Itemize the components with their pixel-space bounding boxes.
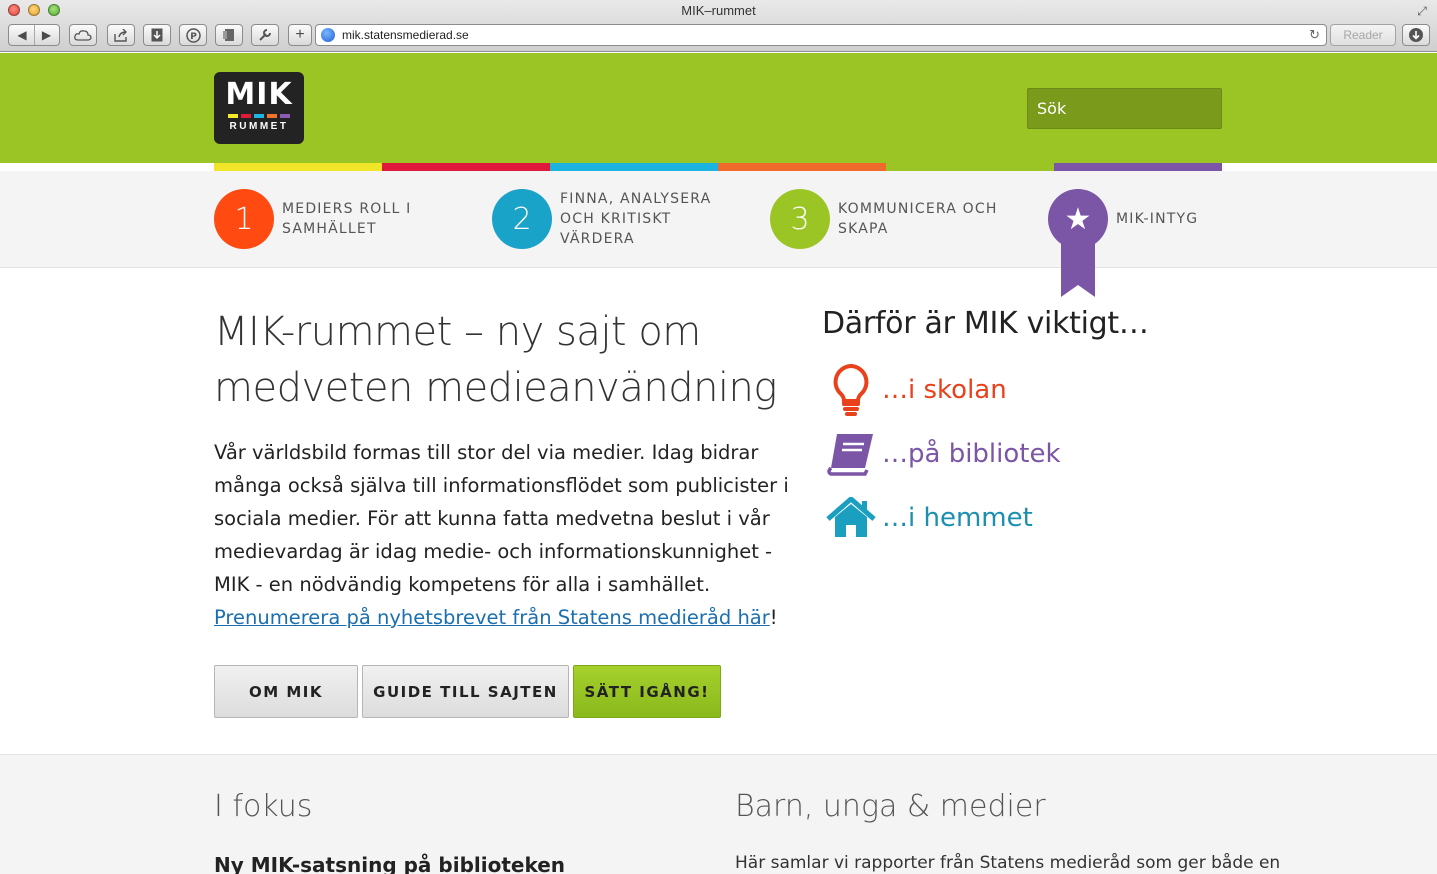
fullscreen-icon[interactable]: ⤢ (1415, 4, 1429, 18)
lightbulb-icon (826, 362, 876, 418)
url-text: mik.statensmedierad.se (342, 28, 469, 42)
theme-label-1: MEDIERS ROLL I SAMHÄLLET (282, 201, 412, 237)
theme-label-3: KOMMUNICERA OCH SKAPA (838, 201, 998, 237)
why-library-label: …på bibliotek (882, 439, 1061, 469)
reader-button[interactable]: Reader (1330, 24, 1396, 46)
house-icon (826, 490, 876, 546)
why-mik-title: Därför är MIK viktigt… (822, 306, 1149, 341)
book-icon (826, 426, 876, 482)
focus-heading: I fokus (214, 789, 313, 824)
focus-article-link[interactable]: Ny MIK-satsning på biblioteken (214, 853, 565, 874)
theme-link-1[interactable]: 1 MEDIERS ROLL I SAMHÄLLET (214, 189, 452, 249)
globe-icon (321, 28, 335, 42)
icloud-tabs-button[interactable] (69, 24, 97, 46)
ribbon-icon (1061, 241, 1095, 297)
newsletter-suffix: ! (769, 606, 778, 629)
pinterest-button[interactable]: P (179, 24, 207, 46)
browser-chrome: MIK–rummet ⤢ ◀ ▶ P + mik.statensmedierad… (0, 0, 1437, 52)
site-header: MIK RUMMET Sök (0, 53, 1437, 163)
downloads-button[interactable] (1402, 24, 1430, 46)
download-arrow-icon (151, 28, 163, 42)
back-forward-buttons[interactable]: ◀ ▶ (8, 24, 60, 46)
share-button[interactable] (107, 24, 135, 46)
intro-paragraph: Vår världsbild formas till stor del via … (214, 436, 794, 634)
logo-color-bars (214, 114, 304, 118)
theme-link-2[interactable]: 2 FINNA, ANALYSERA OCH KRITISKT VÄRDERA (492, 189, 750, 249)
newsletter-link[interactable]: Prenumerera på nyhetsbrevet från Statens… (214, 606, 770, 629)
mik-rummet-logo[interactable]: MIK RUMMET (214, 72, 304, 144)
get-started-button[interactable]: SÄTT IGÅNG! (573, 665, 721, 718)
bottom-section: I fokus Ny MIK-satsning på biblioteken B… (0, 754, 1437, 874)
mik-intyg-label[interactable]: MIK-INTYG (1116, 211, 1198, 227)
address-bar[interactable]: mik.statensmedierad.se ↻ (315, 24, 1327, 46)
reading-list-button[interactable] (143, 24, 171, 46)
action-buttons: OM MIK GUIDE TILL SAJTEN SÄTT IGÅNG! (214, 665, 721, 718)
theme-number-3: 3 (770, 189, 830, 249)
guide-button[interactable]: GUIDE TILL SAJTEN (362, 665, 569, 718)
why-school-link[interactable]: …i skolan (826, 362, 1007, 418)
stack-icon (223, 29, 234, 41)
logo-mik-text: MIK (225, 77, 293, 112)
theme-nav: 1 MEDIERS ROLL I SAMHÄLLET 2 FINNA, ANAL… (0, 171, 1437, 297)
svg-text:P: P (190, 32, 197, 42)
theme-number-2: 2 (492, 189, 552, 249)
logo-rummet-text: RUMMET (229, 121, 289, 132)
extension-button[interactable] (215, 24, 243, 46)
share-icon (114, 28, 127, 42)
tools-button[interactable] (251, 24, 279, 46)
search-input[interactable]: Sök (1027, 88, 1222, 129)
youth-media-heading: Barn, unga & medier (735, 789, 1046, 824)
theme-color-strip (214, 163, 1222, 171)
page-headline: MIK-rummet – ny sajt om medveten mediean… (214, 309, 777, 411)
wrench-icon (259, 29, 271, 41)
new-tab-button[interactable]: + (288, 24, 312, 46)
why-home-link[interactable]: …i hemmet (826, 490, 1033, 546)
star-icon: ★ (1048, 189, 1108, 249)
pinterest-icon: P (185, 27, 201, 43)
back-icon[interactable]: ◀ (10, 25, 34, 45)
plus-icon: + (295, 26, 305, 43)
intro-text: Vår världsbild formas till stor del via … (214, 441, 789, 596)
downloads-icon (1409, 28, 1423, 42)
youth-media-text: Här samlar vi rapporter från Statens med… (735, 853, 1281, 873)
reload-icon[interactable]: ↻ (1309, 27, 1320, 43)
main-content: MIK-rummet – ny sajt om medveten mediean… (0, 268, 1437, 754)
theme-link-3[interactable]: 3 KOMMUNICERA OCH SKAPA (770, 189, 1008, 249)
theme-label-2: FINNA, ANALYSERA OCH KRITISKT VÄRDERA (560, 191, 712, 247)
om-mik-button[interactable]: OM MIK (214, 665, 358, 718)
forward-icon[interactable]: ▶ (34, 25, 58, 45)
cloud-icon (74, 30, 92, 41)
why-home-label: …i hemmet (882, 503, 1033, 533)
why-library-link[interactable]: …på bibliotek (826, 426, 1061, 482)
window-title: MIK–rummet (681, 3, 756, 18)
theme-number-1: 1 (214, 189, 274, 249)
why-school-label: …i skolan (882, 375, 1007, 405)
